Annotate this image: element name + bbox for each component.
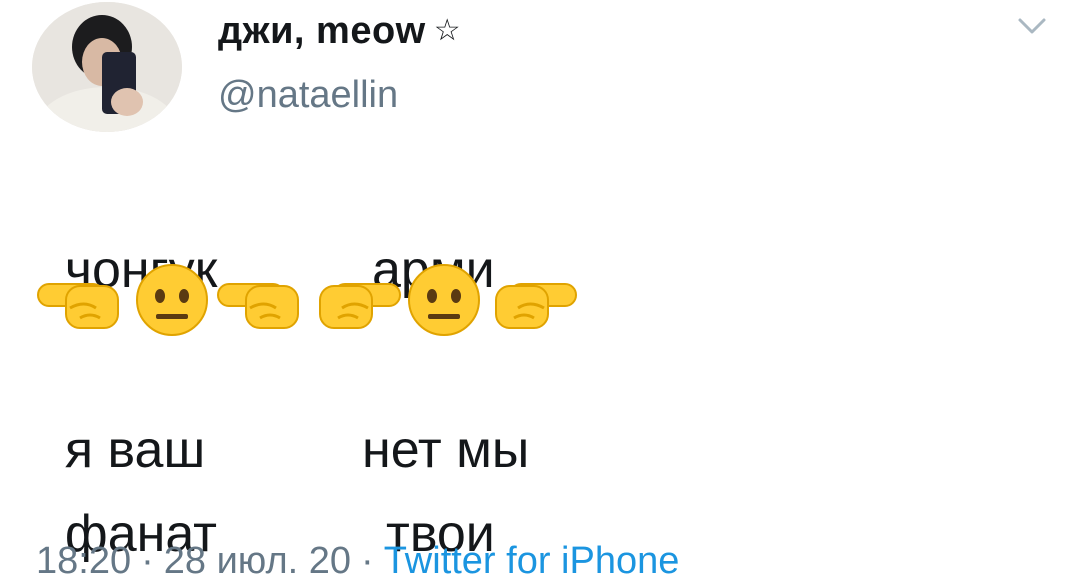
tweet-line-2-right: нет мы bbox=[362, 421, 530, 479]
left-facing-fist-icon bbox=[217, 283, 299, 329]
chevron-down-icon bbox=[1018, 18, 1046, 34]
tweet-menu-button[interactable] bbox=[1014, 12, 1050, 40]
left-facing-fist-icon bbox=[37, 283, 119, 329]
user-handle[interactable]: @nataellin bbox=[218, 74, 398, 117]
display-name[interactable]: джи, meow ☆ bbox=[218, 10, 461, 53]
neutral-face-icon bbox=[408, 264, 480, 336]
star-outline-icon: ☆ bbox=[433, 14, 462, 47]
right-facing-fist-icon bbox=[319, 283, 401, 329]
tweet-meta: 18:20 · 28 июл. 20 · Twitter for iPhone bbox=[36, 540, 679, 583]
meta-separator: · bbox=[141, 540, 154, 582]
meta-separator: · bbox=[361, 540, 374, 582]
emoji-row bbox=[36, 262, 596, 342]
tweet-source-link[interactable]: Twitter for iPhone bbox=[384, 540, 680, 582]
right-facing-fist-icon bbox=[495, 283, 577, 329]
avatar[interactable] bbox=[32, 2, 182, 132]
display-name-text: джи, meow bbox=[218, 10, 426, 52]
neutral-face-icon bbox=[136, 264, 208, 336]
tweet-time[interactable]: 18:20 bbox=[36, 540, 131, 582]
avatar-photo bbox=[32, 2, 182, 132]
tweet-date[interactable]: 28 июл. 20 bbox=[164, 540, 351, 582]
